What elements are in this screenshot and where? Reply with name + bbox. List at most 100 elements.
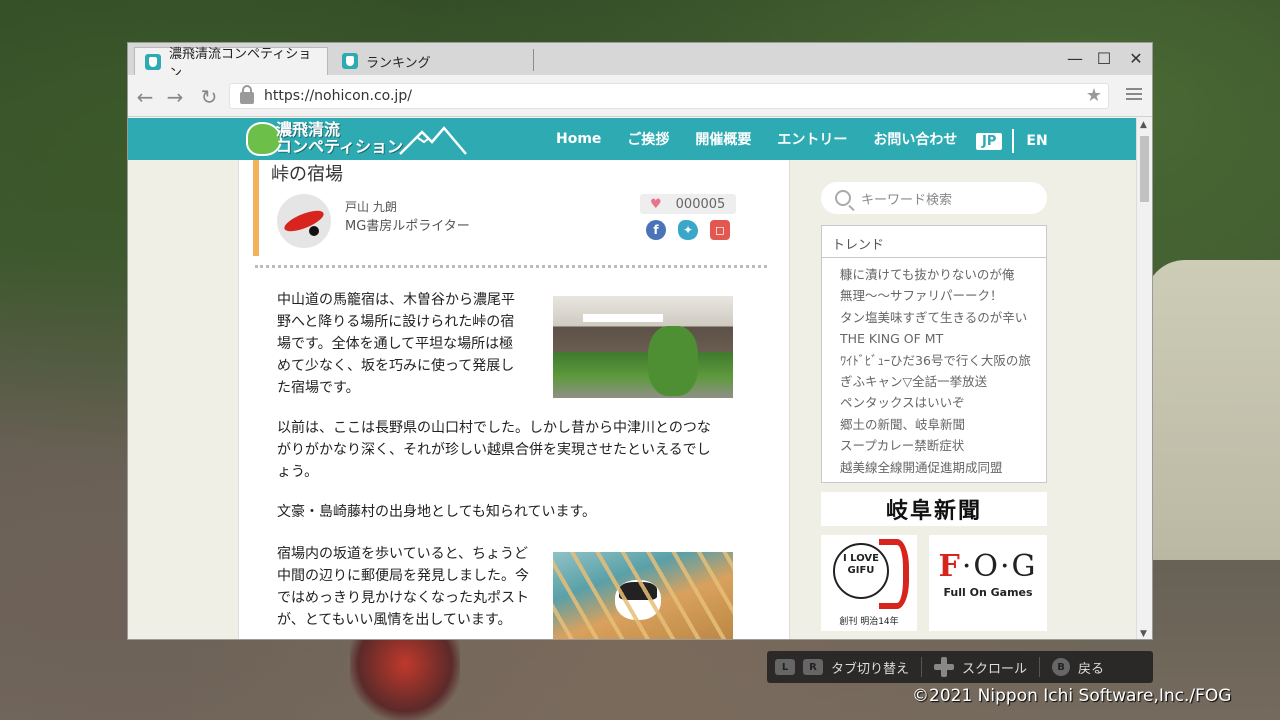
back-arrow-icon[interactable]: ← — [134, 85, 156, 109]
scrollbar[interactable]: ▲ ▼ — [1136, 118, 1152, 639]
copyright-text: ©2021 Nippon Ichi Software,Inc./FOG — [912, 686, 1232, 706]
site-header: 濃飛清流 コンペティション Home ご挨拶 開催概要 エントリー お問い合わせ… — [128, 118, 1138, 160]
title-accent-bar — [253, 160, 259, 256]
hint-back: 戻る — [1078, 661, 1105, 677]
heart-icon: ♥ — [650, 196, 662, 212]
trend-list: 糠に漬けても抜かりないのが俺 無理～～サファリパーーク！ タン塩美味すぎて生きる… — [822, 258, 1046, 478]
url-text: https://nohicon.co.jp/ — [264, 88, 412, 104]
background-grill — [350, 640, 460, 720]
mountain-logo-icon — [399, 126, 467, 155]
nav-overview[interactable]: 開催概要 — [695, 129, 751, 149]
tab-label: ランキング — [366, 55, 431, 71]
lock-icon — [240, 85, 254, 104]
hamburger-menu-icon[interactable] — [1126, 85, 1142, 103]
fog-logo: F·O·G — [929, 535, 1047, 584]
search-input[interactable]: キーワード検索 — [821, 182, 1047, 214]
trend-item[interactable]: スープカレー禁断症状 — [840, 435, 1046, 456]
address-bar[interactable]: https://nohicon.co.jp/ ★ — [229, 83, 1109, 109]
page-content: 峠の宿場 戸山 九朗 MG書房ルポライター ♥ 000005 f ✦ ◻ 中山道… — [128, 160, 1138, 639]
twitter-bird-icon[interactable]: ✦ — [678, 220, 698, 240]
reload-icon[interactable]: ↻ — [198, 85, 220, 109]
author-avatar — [277, 194, 331, 248]
fog-logo-f: F — [938, 549, 962, 584]
site-favicon-icon — [145, 53, 161, 70]
trend-item[interactable]: 無理～～サファリパーーク！ — [840, 285, 1046, 306]
scroll-down-arrow-icon[interactable]: ▼ — [1140, 629, 1147, 639]
scroll-thumb[interactable] — [1140, 136, 1149, 202]
bookmark-star-icon[interactable]: ★ — [1086, 85, 1102, 106]
nav-home[interactable]: Home — [556, 131, 601, 147]
fog-ad[interactable]: F·O·G Full On Games — [929, 535, 1047, 631]
trend-item[interactable]: 糠に漬けても抜かりないのが俺 — [840, 264, 1046, 285]
trend-item[interactable]: ペンタックスはいいぞ — [840, 392, 1046, 413]
hint-divider — [1039, 657, 1041, 677]
i-love-gifu-logo: I LOVE GIFU — [833, 543, 889, 599]
controller-hints: L R タブ切り替え スクロール B 戻る — [767, 651, 1153, 683]
site-favicon-icon — [342, 53, 358, 69]
nav-entry[interactable]: エントリー — [777, 129, 847, 149]
author-role: MG書房ルポライター — [345, 219, 470, 234]
trend-item[interactable]: ﾜｲﾄﾞﾋﾞｭｰひだ36号で行く大阪の旅 — [840, 350, 1046, 371]
article-paragraph-1: 中山道の馬籠宿は、木曽谷から濃尾平野へと降りる場所に設けられた峠の宿場です。全体… — [277, 292, 515, 396]
like-count: 000005 — [675, 196, 726, 212]
hint-scroll: スクロール — [962, 661, 1028, 677]
tab-nohicon[interactable]: 濃飛清流コンペティション — [134, 47, 328, 81]
tab-divider — [533, 49, 534, 71]
dpad-icon — [934, 657, 955, 677]
instagram-icon[interactable]: ◻ — [710, 220, 730, 240]
lang-en-button[interactable]: EN — [1026, 133, 1047, 149]
avatar-mark — [281, 206, 327, 236]
logo-text: 濃飛清流 コンペティション — [276, 121, 403, 155]
article-title: 峠の宿場 — [271, 164, 343, 185]
fog-logo-rest: ·O·G — [961, 549, 1038, 584]
ad1-caption: 創刊 明治14年 — [839, 617, 899, 627]
nav-contact[interactable]: お問い合わせ — [873, 129, 957, 149]
main-nav: Home ご挨拶 開催概要 エントリー お問い合わせ — [556, 118, 957, 160]
hint-divider — [921, 657, 923, 677]
trend-item[interactable]: ぎふキャン▽全話一挙放送 — [840, 371, 1046, 392]
b-button-icon: B — [1052, 658, 1071, 676]
post-office-photo — [553, 296, 733, 398]
facebook-icon[interactable]: f — [646, 220, 666, 240]
l-button-icon: L — [775, 659, 795, 675]
share-buttons: f ✦ ◻ — [646, 220, 730, 240]
like-counter[interactable]: ♥ 000005 — [640, 194, 736, 214]
trend-item[interactable]: タン塩美味すぎて生きるのが辛い — [840, 307, 1046, 328]
minimize-button[interactable]: — — [1064, 49, 1086, 68]
gifu-shimbun-banner[interactable]: 岐阜新聞 — [821, 492, 1047, 526]
i-love-gifu-ad[interactable]: I LOVE GIFU 創刊 明治14年 — [821, 535, 917, 631]
article-paragraph-4: 宿場内の坂道を歩いていると、ちょうど中間の辺りに郵便局を発見しました。今ではめっ… — [277, 546, 529, 628]
search-placeholder: キーワード検索 — [861, 192, 953, 208]
background-tent — [1145, 260, 1280, 560]
lang-jp-button[interactable]: JP — [976, 132, 1003, 150]
article: 峠の宿場 戸山 九朗 MG書房ルポライター ♥ 000005 f ✦ ◻ 中山道… — [238, 160, 790, 639]
search-icon — [835, 190, 851, 206]
tab-ranking[interactable]: ランキング — [332, 47, 532, 75]
cat-photo — [553, 552, 733, 639]
avatar-dot — [309, 226, 319, 236]
cage-overlay — [553, 552, 733, 639]
nav-greeting[interactable]: ご挨拶 — [627, 129, 669, 149]
tab-bar: 濃飛清流コンペティション ランキング — ☐ ✕ — [128, 43, 1152, 81]
browser-toolbar: ← → ↻ https://nohicon.co.jp/ ★ — [128, 75, 1152, 117]
logo-line2: コンペティション — [276, 137, 404, 156]
trend-item[interactable]: THE KING OF MT — [840, 328, 1046, 349]
fog-subtitle: Full On Games — [943, 586, 1033, 599]
trend-title: トレンド — [822, 226, 1046, 258]
maximize-button[interactable]: ☐ — [1093, 49, 1115, 68]
forward-arrow-icon[interactable]: → — [164, 85, 186, 109]
close-button[interactable]: ✕ — [1125, 49, 1147, 68]
scroll-up-arrow-icon[interactable]: ▲ — [1140, 120, 1147, 130]
author-name: 戸山 九朗 — [345, 200, 397, 214]
language-switch: JP EN — [976, 129, 1048, 153]
trend-item[interactable]: 郷土の新聞、岐阜新聞 — [840, 414, 1046, 435]
logo-line1: 濃飛清流 — [276, 120, 341, 139]
r-button-icon: R — [803, 659, 823, 675]
site-logo[interactable]: 濃飛清流 コンペティション — [238, 120, 468, 158]
hint-tab-switch: タブ切り替え — [831, 661, 910, 677]
trend-item[interactable]: 越美線全線開通促進期成同盟 — [840, 457, 1046, 478]
article-paragraph-3: 文豪・島崎藤村の出身地としても知られています。 — [277, 504, 597, 520]
article-paragraph-2: 以前は、ここは長野県の山口村でした。しかし昔から中津川とのつながりがかなり深く、… — [277, 420, 711, 480]
article-divider — [255, 265, 767, 268]
trend-box: トレンド 糠に漬けても抜かりないのが俺 無理～～サファリパーーク！ タン塩美味す… — [821, 225, 1047, 483]
